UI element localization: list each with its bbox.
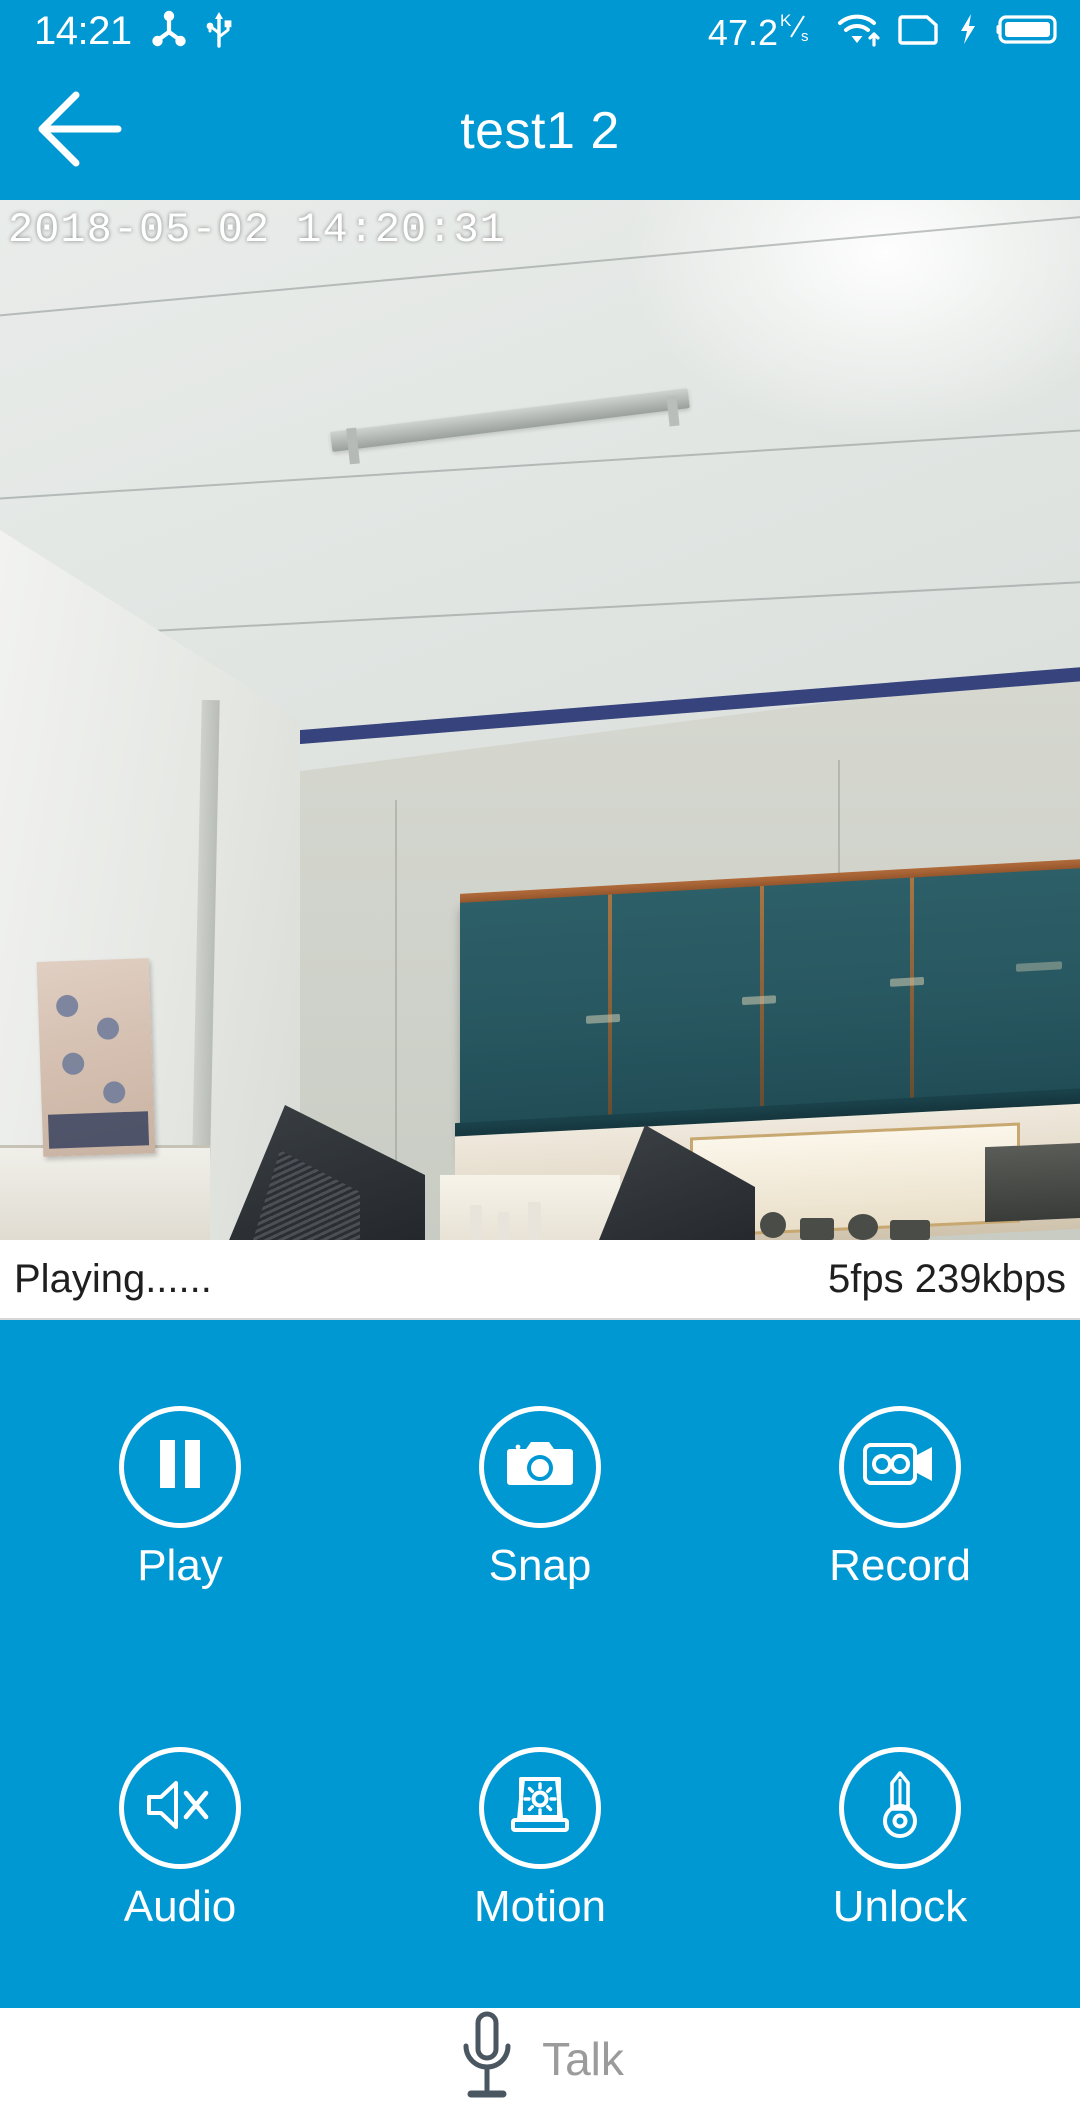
talk-button-label: Talk	[542, 2032, 624, 2085]
control-row-2: Audio Motion Unlock	[0, 1667, 1080, 2008]
record-button[interactable]: Record	[720, 1405, 1080, 1590]
audio-button[interactable]: Audio	[0, 1746, 360, 1931]
motion-button-label: Motion	[473, 1881, 607, 1931]
svg-text:s: s	[801, 28, 809, 45]
page-title: test1 2	[460, 102, 620, 160]
network-rate-value: 47.2	[707, 12, 778, 53]
video-stream-view[interactable]: 2018-05-02 14:20:31	[0, 200, 1080, 1240]
unlock-button[interactable]: Unlock	[720, 1746, 1080, 1931]
stream-stats-text: 5fps 239kbps	[828, 1256, 1066, 1301]
unlock-button-circle	[839, 1746, 961, 1869]
record-button-label: Record	[829, 1540, 971, 1590]
camera-icon	[504, 1435, 576, 1498]
record-button-circle	[839, 1405, 961, 1528]
adb-icon	[151, 10, 186, 53]
battery-icon	[996, 10, 1058, 53]
play-button-label: Play	[137, 1540, 223, 1590]
back-button[interactable]	[30, 83, 126, 179]
app-screen: 14:21 47.2 K s test1 2 2018-05-02 14:20:…	[0, 0, 1080, 2109]
svg-text:K: K	[780, 11, 792, 30]
talk-button[interactable]: Talk	[0, 2008, 1080, 2109]
system-status-bar: 14:21 47.2 K s	[0, 0, 1080, 62]
sim-card-icon	[898, 10, 940, 53]
speaker-mute-icon	[144, 1775, 216, 1840]
wifi-icon	[836, 9, 882, 54]
microphone-icon	[456, 2008, 518, 2109]
key-icon	[875, 1769, 925, 1846]
control-row-1: Play Snap Record	[0, 1326, 1080, 1667]
network-rate: 47.2 K s	[708, 11, 820, 51]
stream-status-text: Playing......	[14, 1256, 212, 1301]
alarm-light-icon	[507, 1773, 573, 1842]
play-button[interactable]: Play	[0, 1405, 360, 1590]
motion-button[interactable]: Motion	[360, 1746, 720, 1931]
snap-button[interactable]: Snap	[360, 1405, 720, 1590]
status-bar-clock: 14:21	[34, 9, 132, 53]
charging-bolt-icon	[956, 10, 980, 53]
motion-button-circle	[479, 1746, 601, 1869]
arrow-left-icon	[32, 89, 124, 174]
play-button-circle	[119, 1405, 241, 1528]
pause-icon	[152, 1433, 208, 1500]
video-camera-icon	[862, 1438, 938, 1495]
status-bar-left: 14:21	[34, 9, 232, 54]
stream-info-bar: Playing...... 5fps 239kbps	[0, 1240, 1080, 1320]
control-panel: Play Snap Record Audio Motion Unlock	[0, 1320, 1080, 2008]
usb-icon	[206, 9, 232, 54]
snap-button-circle	[479, 1405, 601, 1528]
app-title-bar: test1 2	[0, 62, 1080, 200]
audio-button-label: Audio	[123, 1881, 237, 1931]
snap-button-label: Snap	[488, 1540, 592, 1590]
status-bar-right: 47.2 K s	[708, 9, 1058, 54]
video-scene-image: 2018-05-02 14:20:31	[0, 200, 1080, 1240]
unlock-button-label: Unlock	[832, 1881, 968, 1931]
audio-button-circle	[119, 1746, 241, 1869]
network-rate-unit: K s	[780, 11, 820, 49]
video-timestamp-overlay: 2018-05-02 14:20:31	[8, 206, 506, 254]
